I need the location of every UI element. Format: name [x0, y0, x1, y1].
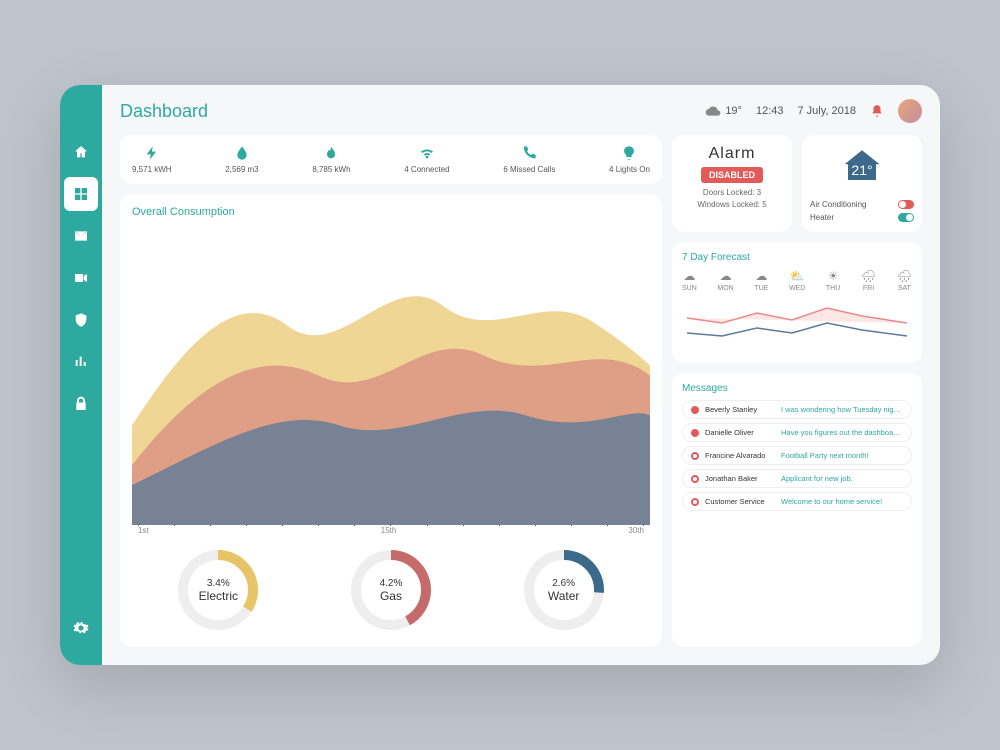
- bell-icon[interactable]: [870, 104, 884, 118]
- alarm-doors: Doors Locked: 3: [680, 187, 784, 199]
- stat-electric: 9,571 kWH: [132, 145, 172, 174]
- flame-icon: [323, 145, 339, 161]
- nav-settings[interactable]: [64, 611, 98, 645]
- stat-gas: 8,785 kWh: [312, 145, 350, 174]
- nav-camera[interactable]: [64, 261, 98, 295]
- svg-text:21°: 21°: [851, 162, 872, 178]
- forecast-day-mon: ☁MON: [717, 269, 733, 292]
- consumption-card: Overall Consumption 1st 15th 30th: [120, 194, 662, 647]
- nav-home[interactable]: [64, 135, 98, 169]
- donuts-row: 3.4%Electric 4.2%Gas 2.6%Water: [132, 545, 650, 635]
- area-chart: [132, 226, 650, 525]
- nav-security[interactable]: [64, 303, 98, 337]
- drop-icon: [234, 145, 250, 161]
- header-weather: 19°: [705, 103, 742, 119]
- stat-phone: 6 Missed Calls: [503, 145, 555, 174]
- cloud-icon: [705, 103, 721, 119]
- forecast-day-thu: ☀THU: [826, 269, 840, 292]
- msg-sender: Customer Service: [705, 497, 775, 506]
- message-item[interactable]: Beverly Stanley I was wondering how Tuesd…: [682, 400, 912, 419]
- forecast-day-sat: 🌧SAT: [897, 269, 912, 292]
- bolt-icon: [144, 145, 160, 161]
- main-content: Dashboard 19° 12:43 7 July, 2018 9,571 k…: [102, 85, 940, 665]
- donut-electric: 3.4%Electric: [173, 545, 263, 635]
- message-item[interactable]: Jonathan Baker Applicant for new job.: [682, 469, 912, 488]
- message-item[interactable]: Customer Service Welcome to our home serv…: [682, 492, 912, 511]
- unread-dot: [691, 406, 699, 414]
- msg-preview: Welcome to our home service!: [781, 497, 882, 506]
- msg-preview: Football Party next month!: [781, 451, 869, 460]
- nav-lock[interactable]: [64, 387, 98, 421]
- donut-gas: 4.2%Gas: [346, 545, 436, 635]
- header-date: 7 July, 2018: [797, 105, 856, 117]
- alarm-title: Alarm: [680, 145, 784, 163]
- stat-lights: 4 Lights On: [609, 145, 650, 174]
- forecast-card: 7 Day Forecast ☁SUN ☁MON ☁TUE ⛅WED ☀THU 🌧FRI 🌧…: [672, 242, 922, 363]
- heater-toggle[interactable]: [898, 213, 914, 222]
- chart-title: Overall Consumption: [132, 206, 650, 218]
- thermostat-card: 21° Air Conditioning Heater: [802, 135, 922, 232]
- stat-water: 2,569 m3: [225, 145, 258, 174]
- sidebar: [60, 85, 102, 665]
- stat-wifi: 4 Connected: [404, 145, 449, 174]
- message-item[interactable]: Danielle Oliver Have you figures out the …: [682, 423, 912, 442]
- msg-sender: Beverly Stanley: [705, 405, 775, 414]
- ac-label: Air Conditioning: [810, 200, 866, 209]
- alarm-windows: Windows Locked: 5: [680, 199, 784, 211]
- forecast-day-sun: ☁SUN: [682, 269, 697, 292]
- nav-dashboard[interactable]: [64, 177, 98, 211]
- wifi-icon: [419, 145, 435, 161]
- alarm-status[interactable]: DISABLED: [701, 167, 763, 183]
- ac-toggle[interactable]: [898, 200, 914, 209]
- forecast-chart: [682, 298, 912, 348]
- unread-dot: [691, 429, 699, 437]
- forecast-day-fri: 🌧FRI: [861, 269, 876, 292]
- page-title: Dashboard: [120, 101, 208, 122]
- msg-sender: Jonathan Baker: [705, 474, 775, 483]
- header-temp: 19°: [725, 105, 742, 117]
- msg-preview: Applicant for new job.: [781, 474, 853, 483]
- alarm-card: Alarm DISABLED Doors Locked: 3 Windows L…: [672, 135, 792, 232]
- forecast-day-wed: ⛅WED: [789, 269, 805, 292]
- message-item[interactable]: Francine Alvarado Football Party next mon…: [682, 446, 912, 465]
- unread-dot: [691, 452, 699, 460]
- header-time: 12:43: [756, 105, 784, 117]
- bulb-icon: [621, 145, 637, 161]
- forecast-title: 7 Day Forecast: [682, 252, 912, 263]
- unread-dot: [691, 498, 699, 506]
- app-window: Dashboard 19° 12:43 7 July, 2018 9,571 k…: [60, 85, 940, 665]
- heater-label: Heater: [810, 213, 834, 222]
- unread-dot: [691, 475, 699, 483]
- messages-title: Messages: [682, 383, 912, 394]
- msg-sender: Francine Alvarado: [705, 451, 775, 460]
- avatar[interactable]: [898, 99, 922, 123]
- msg-preview: I was wondering how Tuesday night..: [781, 405, 903, 414]
- messages-card: Messages Beverly Stanley I was wondering …: [672, 373, 922, 647]
- donut-water: 2.6%Water: [519, 545, 609, 635]
- forecast-day-tue: ☁TUE: [754, 269, 768, 292]
- house-icon: 21°: [841, 145, 883, 187]
- nav-stats[interactable]: [64, 345, 98, 379]
- msg-preview: Have you figures out the dashboard?: [781, 428, 903, 437]
- phone-icon: [521, 145, 537, 161]
- nav-mail[interactable]: [64, 219, 98, 253]
- header: Dashboard 19° 12:43 7 July, 2018: [120, 99, 922, 123]
- msg-sender: Danielle Oliver: [705, 428, 775, 437]
- stats-row: 9,571 kWH 2,569 m3 8,785 kWh 4 Connected…: [120, 135, 662, 184]
- x-axis: 1st 15th 30th: [132, 526, 650, 535]
